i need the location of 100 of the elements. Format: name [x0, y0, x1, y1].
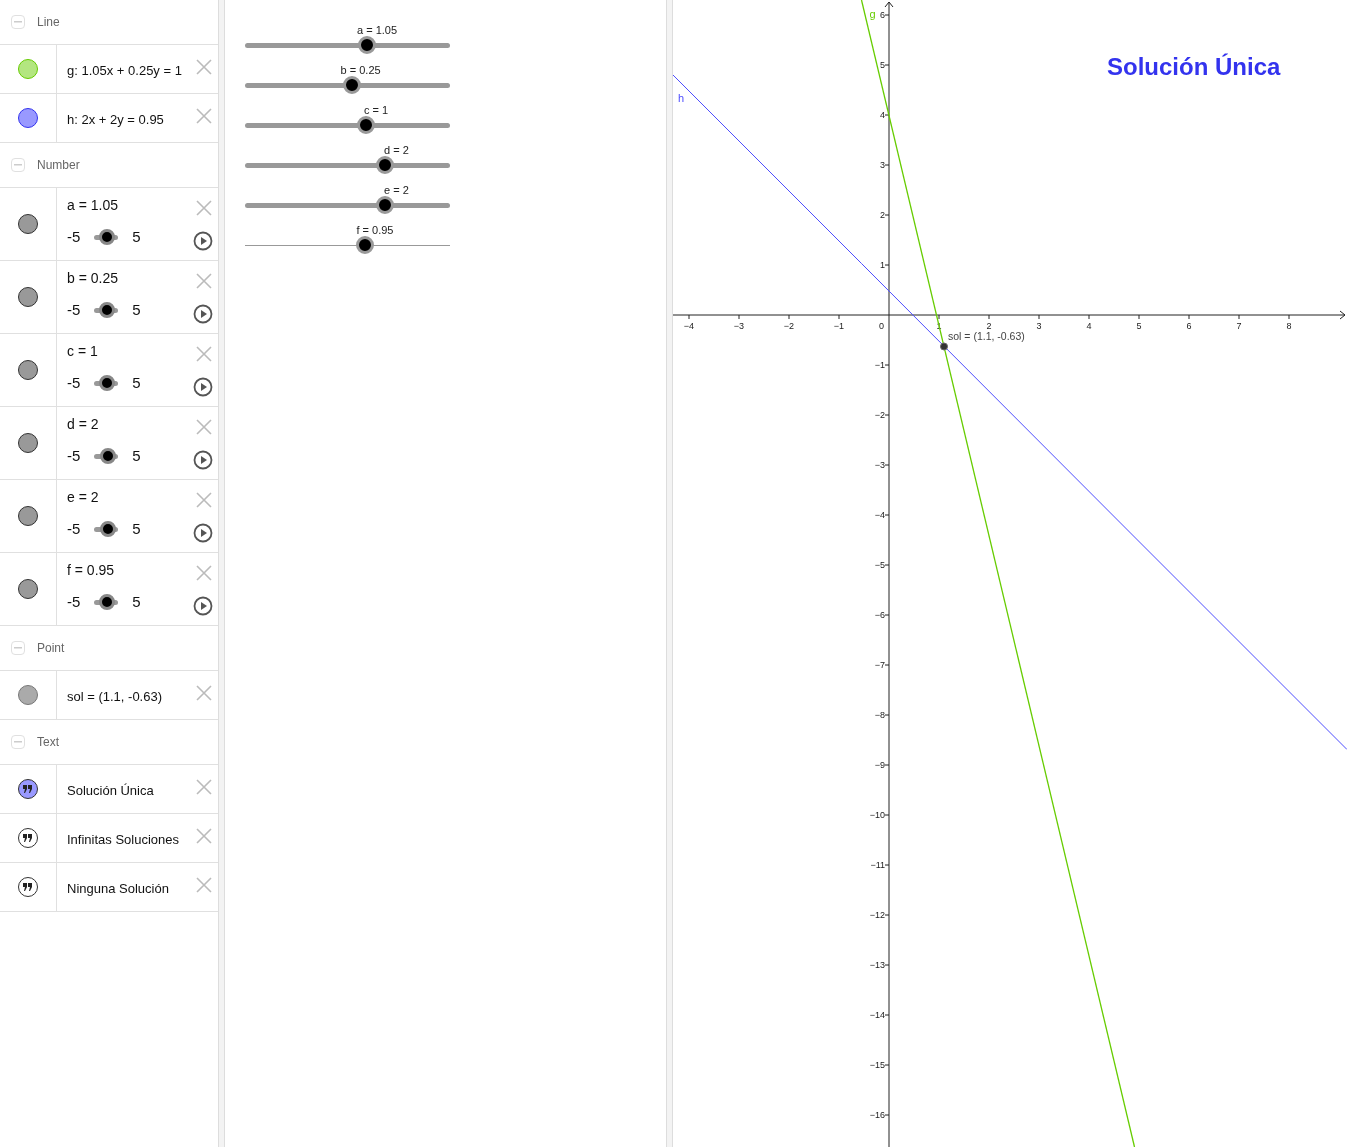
line-label: g [869, 8, 876, 20]
slider-thumb[interactable] [99, 594, 116, 611]
slider-thumb[interactable] [375, 156, 394, 174]
number-label: a = 1.05 [67, 196, 118, 215]
slider-track[interactable] [245, 196, 450, 214]
number-label: f = 0.95 [67, 561, 115, 580]
number-label: b = 0.25 [67, 269, 118, 288]
slider-thumb[interactable] [356, 236, 375, 254]
tick-label: −8 [874, 710, 885, 720]
play-button[interactable] [193, 231, 213, 251]
number-label: c = 1 [67, 342, 98, 361]
slider-max: 5 [132, 300, 141, 320]
slider-min: -5 [67, 519, 81, 539]
slider-min: -5 [67, 592, 81, 612]
tick-label: 5 [880, 60, 885, 70]
tick-label: 6 [1186, 321, 1192, 331]
number-label: e = 2 [67, 488, 99, 507]
group-header: Number [37, 157, 80, 174]
tick-label: 2 [880, 210, 885, 220]
slider-track[interactable] [245, 116, 450, 134]
visibility-toggle[interactable] [18, 685, 38, 705]
expression-label: g: 1.05x + 0.25y = 1 [67, 62, 182, 80]
slider-label: a = 1.05 [357, 23, 398, 38]
slider-label: e = 2 [384, 183, 409, 198]
slider-track[interactable] [245, 36, 450, 54]
tick-label: 4 [880, 110, 885, 120]
slider-track[interactable] [245, 236, 450, 254]
text-label: Solución Única [67, 782, 154, 800]
slider-max: 5 [132, 592, 141, 612]
tick-label: 8 [1286, 321, 1292, 331]
visibility-toggle[interactable] [18, 214, 38, 234]
slider-thumb[interactable] [358, 36, 377, 54]
tick-label: −3 [733, 321, 745, 331]
quote-icon[interactable] [18, 779, 38, 799]
point-label: sol = (1.1, -0.63) [948, 329, 1025, 342]
slider-min: -5 [67, 227, 81, 247]
tick-label: 3 [1036, 321, 1042, 331]
visibility-toggle[interactable] [18, 108, 38, 128]
slider-thumb[interactable] [99, 521, 116, 538]
slider-label: b = 0.25 [340, 63, 381, 78]
tick-label: −7 [874, 660, 885, 670]
quote-icon[interactable] [18, 877, 38, 897]
slider-thumb[interactable] [99, 229, 116, 246]
tick-label: −2 [783, 321, 795, 331]
number-label: d = 2 [67, 415, 99, 434]
slider-min: -5 [67, 373, 81, 393]
play-button[interactable] [193, 377, 213, 397]
play-button[interactable] [193, 450, 213, 470]
group-header: Line [37, 14, 60, 31]
tick-label: 4 [1086, 321, 1092, 331]
slider-track[interactable] [245, 156, 450, 174]
tick-label: −9 [874, 760, 885, 770]
text-label: Ninguna Solución [67, 880, 169, 898]
slider-label: d = 2 [384, 143, 409, 158]
slider-thumb[interactable] [99, 448, 116, 465]
visibility-toggle[interactable] [18, 506, 38, 526]
tick-label: −1 [874, 360, 885, 370]
slider-thumb[interactable] [357, 116, 376, 134]
tick-label: 2 [986, 321, 992, 331]
visibility-toggle[interactable] [18, 360, 38, 380]
tick-label: −13 [869, 960, 885, 970]
tick-label: 0 [879, 321, 884, 331]
tick-label: 3 [880, 160, 885, 170]
slider-max: 5 [132, 519, 141, 539]
slider-max: 5 [132, 373, 141, 393]
slider-thumb[interactable] [99, 375, 116, 392]
expression-label: h: 2x + 2y = 0.95 [67, 111, 164, 129]
tick-label: 5 [1136, 321, 1142, 331]
tick-label: 6 [880, 10, 885, 20]
visibility-toggle[interactable] [18, 579, 38, 599]
visibility-toggle[interactable] [18, 59, 38, 79]
group-header: Text [37, 734, 59, 751]
tick-label: −16 [869, 1110, 885, 1120]
tick-label: −2 [874, 410, 885, 420]
tick-label: −11 [870, 860, 885, 870]
slider-max: 5 [132, 227, 141, 247]
slider-thumb[interactable] [98, 302, 115, 319]
text-label: Infinitas Soluciones [67, 831, 179, 849]
tick-label: −1 [833, 321, 845, 331]
quote-icon[interactable] [18, 828, 38, 848]
visibility-toggle[interactable] [18, 433, 38, 453]
tick-label: −12 [869, 910, 885, 920]
tick-label: −3 [874, 460, 885, 470]
tick-label: −10 [869, 810, 885, 820]
tick-label: −4 [874, 510, 885, 520]
tick-label: −15 [869, 1060, 885, 1070]
solution-title: Solución Única [1107, 52, 1281, 82]
play-button[interactable] [193, 596, 213, 616]
play-button[interactable] [193, 304, 213, 324]
play-button[interactable] [193, 523, 213, 543]
tick-label: 1 [880, 260, 885, 270]
point-marker[interactable] [940, 342, 948, 351]
slider-label: c = 1 [363, 103, 389, 118]
group-header: Point [37, 640, 65, 657]
visibility-toggle[interactable] [18, 287, 38, 307]
slider-track[interactable] [245, 76, 450, 94]
tick-label: −6 [874, 610, 885, 620]
slider-thumb[interactable] [375, 196, 394, 214]
expression-label: sol = (1.1, -0.63) [67, 688, 163, 706]
slider-thumb[interactable] [343, 76, 362, 94]
